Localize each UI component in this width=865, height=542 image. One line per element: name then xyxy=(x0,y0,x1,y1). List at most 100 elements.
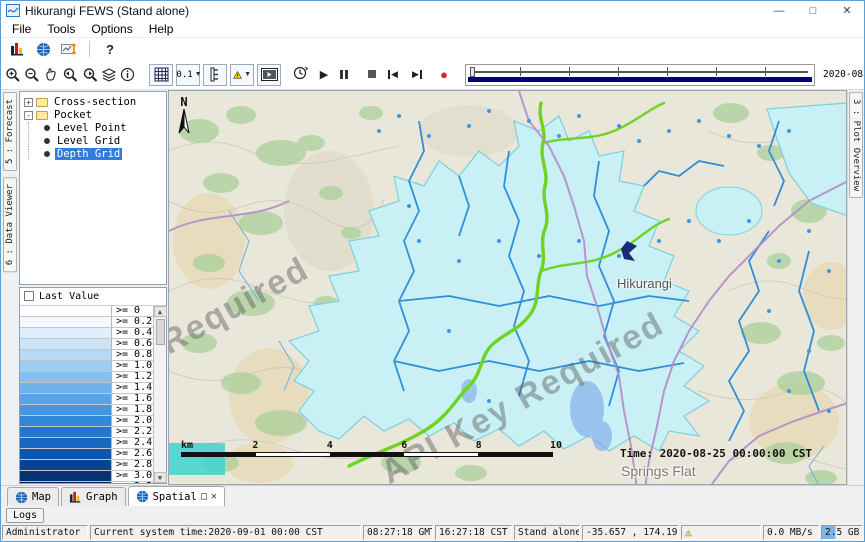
legend-color-swatch xyxy=(20,361,112,371)
scale-bar-segments xyxy=(181,452,553,457)
legend-color-swatch xyxy=(20,339,112,349)
tab-label: Spatial xyxy=(153,491,197,503)
tree-item-level-grid[interactable]: Level Grid xyxy=(24,135,166,147)
legend-class-list: >= 0>= 0.2>= 0.4>= 0.6>= 0.8>= 1.0>= 1.2… xyxy=(20,306,153,483)
tab-map[interactable]: Map xyxy=(7,487,59,506)
menu-bar: File Tools Options Help xyxy=(1,20,864,38)
maximize-panel-icon[interactable]: □ xyxy=(201,491,207,502)
playback-controls: ▶ ◀ ▶ ● xyxy=(292,65,452,84)
tree-item-cross-section[interactable]: + Cross-section xyxy=(24,96,166,108)
interval-value: 0.1 xyxy=(176,70,192,80)
bottom-tab-bar: Map Graph Spatial □ ✕ xyxy=(1,485,864,506)
scroll-down-icon[interactable]: ▼ xyxy=(154,472,167,483)
scrollbar-thumb[interactable] xyxy=(156,319,165,345)
close-panel-icon[interactable]: ✕ xyxy=(211,491,217,502)
status-mode: Stand alone xyxy=(514,525,580,540)
grid-display-button[interactable] xyxy=(149,64,173,86)
panel-tab-5-forecast[interactable]: 5 : Forecast xyxy=(3,92,17,171)
timeseries-icon[interactable] xyxy=(59,39,79,59)
legend-color-swatch xyxy=(20,317,112,327)
minimize-button[interactable]: — xyxy=(762,1,796,20)
expand-icon[interactable]: + xyxy=(24,98,33,107)
panel-tab-3-plot-overview[interactable]: 3 : Plot Overview xyxy=(849,92,863,198)
legend-row[interactable]: >= 3.2 xyxy=(20,482,153,483)
zoom-previous-icon[interactable] xyxy=(61,65,78,85)
folder-icon xyxy=(36,98,48,107)
collapse-icon[interactable]: - xyxy=(24,111,33,120)
scale-legend-button[interactable] xyxy=(203,64,227,86)
legend-title: Last Value xyxy=(39,291,99,302)
pan-hand-icon[interactable] xyxy=(43,65,58,85)
tab-label: Map xyxy=(32,491,51,503)
tab-graph[interactable]: Graph xyxy=(61,487,126,506)
menu-tools[interactable]: Tools xyxy=(40,21,82,37)
north-arrow: N xyxy=(177,95,191,138)
legend-color-swatch xyxy=(20,471,112,481)
legend-panel: Last Value >= 0>= 0.2>= 0.4>= 0.6>= 0.8>… xyxy=(19,287,167,484)
status-gmt-time: 08:27:18 GMT xyxy=(363,525,433,540)
database-chart-icon[interactable] xyxy=(7,39,27,59)
legend-threshold-label: >= 1.6 xyxy=(112,394,152,404)
tree-item-pocket[interactable]: - Pocket xyxy=(24,109,166,121)
data-viewer-panel: + Cross-section - Pocket Level Point xyxy=(18,90,168,485)
scale-tick-label: 4 xyxy=(327,440,333,451)
stop-button[interactable] xyxy=(364,69,380,81)
layers-icon[interactable] xyxy=(101,65,117,85)
tab-spatial[interactable]: Spatial □ ✕ xyxy=(128,486,225,506)
map-toolbar: 0.1 ▼ ▼ ▶ ◀ ▶ ● 2020-08-25 00:00:00 CST xyxy=(1,60,864,90)
last-value-checkbox[interactable] xyxy=(24,291,34,301)
zoom-out-icon[interactable] xyxy=(24,65,40,85)
menu-file[interactable]: File xyxy=(5,21,38,37)
zoom-next-icon[interactable] xyxy=(81,65,98,85)
scroll-up-icon[interactable]: ▲ xyxy=(154,306,167,317)
last-frame-button[interactable]: ▶ xyxy=(412,69,428,80)
legend-color-swatch xyxy=(20,394,112,404)
legend-threshold-label: >= 0.2 xyxy=(112,317,152,327)
pause-button[interactable] xyxy=(340,70,356,79)
close-button[interactable]: ✕ xyxy=(830,1,864,20)
scale-tick-label: 10 xyxy=(550,440,562,451)
legend-color-swatch xyxy=(20,350,112,360)
time-slider[interactable] xyxy=(465,64,815,86)
legend-threshold-label: >= 1.2 xyxy=(112,372,152,382)
help-button[interactable]: ? xyxy=(100,39,120,59)
scale-bar: km246810 xyxy=(181,440,581,462)
tree-item-depth-grid[interactable]: Depth Grid xyxy=(24,148,166,160)
globe-icon[interactable] xyxy=(33,39,53,59)
interval-dropdown-button[interactable]: 0.1 ▼ xyxy=(176,64,200,86)
play-button[interactable]: ▶ xyxy=(316,68,332,81)
warning-dropdown-button[interactable]: ▼ xyxy=(230,64,254,86)
toolbar-separator xyxy=(89,41,90,57)
place-label-springs-flat: Springs Flat xyxy=(621,463,696,479)
logs-button[interactable]: Logs xyxy=(6,508,44,523)
legend-scrollbar[interactable]: ▲ ▼ xyxy=(153,306,166,483)
legend-color-swatch xyxy=(20,438,112,448)
bar-chart-icon xyxy=(69,491,82,503)
menu-help[interactable]: Help xyxy=(142,21,181,37)
folder-icon xyxy=(36,111,48,120)
run-animation-icon[interactable] xyxy=(292,65,308,84)
map-viewport[interactable]: API Key Required API Key Required N Hiku… xyxy=(168,90,847,485)
legend-color-swatch xyxy=(20,372,112,382)
status-memory[interactable]: 2.5 GB xyxy=(821,525,863,540)
menu-options[interactable]: Options xyxy=(84,21,139,37)
scale-unit-label: km xyxy=(181,440,193,451)
info-icon[interactable] xyxy=(120,65,135,85)
time-slider-range-bar xyxy=(468,77,812,82)
status-warning-cell[interactable]: ⚠ xyxy=(681,525,761,540)
first-frame-button[interactable]: ◀ xyxy=(388,69,404,80)
legend-color-swatch xyxy=(20,328,112,338)
zoom-in-icon[interactable] xyxy=(5,65,21,85)
tree-item-level-point[interactable]: Level Point xyxy=(24,122,166,134)
panel-tab-6-data-viewer[interactable]: 6 : Data Viewer xyxy=(3,177,17,272)
record-button[interactable]: ● xyxy=(436,67,452,82)
animation-player-button[interactable] xyxy=(257,64,281,86)
title-bar: Hikurangi FEWS (Stand alone) — □ ✕ xyxy=(1,1,864,20)
place-label-hikurangi: Hikurangi xyxy=(617,276,672,291)
legend-color-swatch xyxy=(20,306,112,316)
maximize-button[interactable]: □ xyxy=(796,1,830,20)
time-slider-handle[interactable] xyxy=(470,67,475,77)
tab-label: Graph xyxy=(86,491,118,503)
legend-color-swatch xyxy=(20,482,112,483)
left-tab-strip: 5 : Forecast 6 : Data Viewer xyxy=(1,90,18,485)
